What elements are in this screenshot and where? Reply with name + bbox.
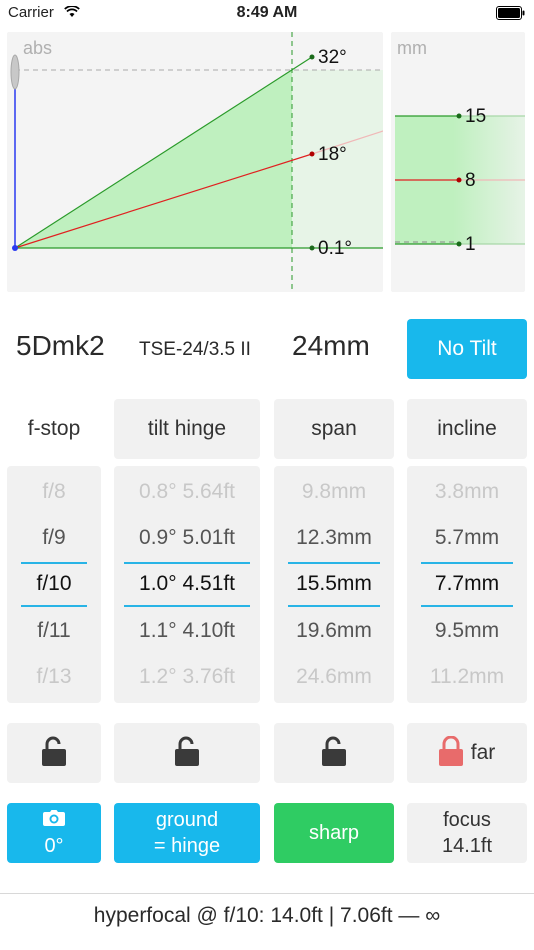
angle-label-mid: 18°: [318, 144, 347, 165]
incline-picker[interactable]: 3.8mm 5.7mm 7.7mm 9.5mm 11.2mm: [407, 466, 527, 703]
picker-item[interactable]: 3.8mm: [407, 472, 527, 512]
picker-item[interactable]: 24.6mm: [274, 657, 394, 697]
hyperfocal-readout: hyperfocal @ f/10: 14.0ft | 7.06ft — ∞: [93, 904, 441, 927]
unlock-icon: [175, 736, 199, 771]
incline-header[interactable]: incline: [407, 399, 527, 459]
focus-label: focus: [443, 809, 491, 831]
lock-far-label: far: [470, 741, 496, 764]
ground-hinge-line2: = hinge: [153, 835, 221, 857]
fstop-picker[interactable]: f/8 f/9 f/10 f/11 f/13: [7, 466, 101, 703]
picker-selection-line: [124, 605, 250, 607]
picker-item-selected[interactable]: 15.5mm: [274, 564, 394, 604]
fstop-header: f-stop: [27, 417, 81, 440]
picker-selection-line: [421, 605, 513, 607]
picker-selection-line: [21, 605, 87, 607]
lens-handle[interactable]: [10, 54, 20, 90]
status-bar: Carrier 8:49 AM: [0, 0, 534, 28]
tilt-hinge-picker[interactable]: 0.8° 5.64ft 0.9° 5.01ft 1.0° 4.51ft 1.1°…: [114, 466, 260, 703]
picker-item[interactable]: 12.3mm: [274, 518, 394, 558]
picker-selection-line: [288, 605, 380, 607]
sharp-button[interactable]: sharp: [274, 803, 394, 863]
unlock-icon: [322, 736, 346, 771]
ground-hinge-button[interactable]: ground = hinge: [114, 803, 260, 863]
picker-item[interactable]: 9.8mm: [274, 472, 394, 512]
battery-icon: [496, 6, 526, 20]
tilt-lock-button[interactable]: [114, 723, 260, 783]
span-picker[interactable]: 9.8mm 12.3mm 15.5mm 19.6mm 24.6mm: [274, 466, 394, 703]
picker-item[interactable]: 5.7mm: [407, 518, 527, 558]
picker-item[interactable]: 11.2mm: [407, 657, 527, 697]
mm-value-low: 1: [465, 234, 476, 255]
focus-value: 14.1ft: [441, 835, 493, 857]
status-time: 8:49 AM: [236, 4, 298, 21]
lens-name[interactable]: TSE-24/3.5 II: [139, 339, 251, 361]
camera-angle-value: 0°: [44, 835, 64, 857]
incline-lock-button[interactable]: far: [407, 723, 527, 783]
picker-item[interactable]: 0.9° 5.01ft: [114, 518, 260, 558]
angle-label-low: 0.1°: [318, 238, 352, 259]
no-tilt-button[interactable]: No Tilt: [407, 319, 527, 379]
picker-item[interactable]: f/11: [7, 611, 101, 651]
span-lock-button[interactable]: [274, 723, 394, 783]
footer-divider: [0, 893, 534, 894]
tilt-hinge-header[interactable]: tilt hinge: [114, 399, 260, 459]
sensor-shift-panel: mm 15 8 1: [391, 32, 525, 292]
focus-distance-button[interactable]: focus 14.1ft: [407, 803, 527, 863]
camera-body[interactable]: 5Dmk2: [16, 330, 105, 362]
diagram-mode-label: abs: [23, 38, 52, 58]
lock-icon: [438, 735, 463, 771]
picker-item-selected[interactable]: f/10: [7, 564, 101, 604]
fstop-lock-button[interactable]: [7, 723, 101, 783]
picker-item[interactable]: f/8: [7, 472, 101, 512]
mm-unit-label: mm: [397, 38, 427, 58]
picker-item-selected[interactable]: 7.7mm: [407, 564, 527, 604]
mm-value-top: 15: [465, 106, 486, 127]
focus-plane-diagram[interactable]: abs 32° 18° 0.1°: [7, 32, 384, 292]
picker-item[interactable]: 1.2° 3.76ft: [114, 657, 260, 697]
camera-icon: [43, 807, 65, 833]
camera-angle-button[interactable]: 0°: [7, 803, 101, 863]
picker-item[interactable]: 9.5mm: [407, 611, 527, 651]
focal-length[interactable]: 24mm: [292, 330, 370, 362]
span-header[interactable]: span: [274, 399, 394, 459]
angle-label-top: 32°: [318, 47, 347, 68]
picker-item[interactable]: 19.6mm: [274, 611, 394, 651]
ground-hinge-line1: ground: [155, 809, 219, 831]
mm-value-mid: 8: [465, 170, 476, 191]
picker-item[interactable]: f/13: [7, 657, 101, 697]
unlock-icon: [42, 736, 66, 771]
picker-item[interactable]: f/9: [7, 518, 101, 558]
picker-item[interactable]: 0.8° 5.64ft: [114, 472, 260, 512]
picker-item-selected[interactable]: 1.0° 4.51ft: [114, 564, 260, 604]
picker-item[interactable]: 1.1° 4.10ft: [114, 611, 260, 651]
